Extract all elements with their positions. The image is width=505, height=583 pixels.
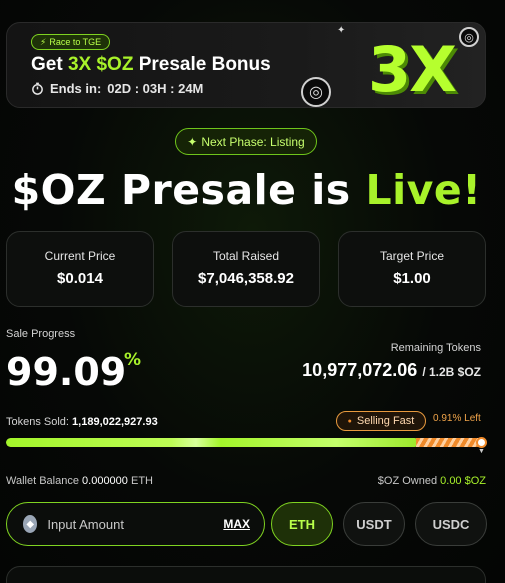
stat-label: Target Price <box>379 249 445 263</box>
selling-fast-badge: ● Selling Fast <box>336 411 426 431</box>
currency-eth-button[interactable]: ETH <box>271 502 333 546</box>
stat-label: Total Raised <box>212 249 280 263</box>
sparkle-icon: ✦ <box>187 134 198 149</box>
eth-icon: ◆ <box>23 515 38 533</box>
progress-number: 99.09 <box>6 350 127 394</box>
banner-title: Get 3X $OZ Presale Bonus <box>31 54 271 76</box>
oz-logo-small-icon: ◎ <box>459 27 479 47</box>
remaining-tokens-label: Remaining Tokens <box>390 342 481 354</box>
progress-bar-fill <box>6 438 419 447</box>
currency-usdt-button[interactable]: USDT <box>343 502 405 546</box>
oz-owned: $OZ Owned 0.00 $OZ <box>378 475 486 487</box>
wallet-balance: Wallet Balance 0.000000 ETH <box>6 475 153 487</box>
max-button[interactable]: MAX <box>223 517 250 531</box>
race-to-tge-pill: ⚡ Race to TGE <box>31 34 111 50</box>
banner-title-pre: Get <box>31 54 68 75</box>
stat-card-total-raised: Total Raised $7,046,358.92 <box>172 231 320 307</box>
percent-left: 0.91% Left <box>433 413 481 424</box>
banner-title-post: Presale Bonus <box>133 54 271 75</box>
caret-down-icon: ▼ <box>478 448 485 455</box>
oz-logo-icon: ◎ <box>301 77 331 107</box>
oz-owned-label: $OZ Owned <box>377 475 438 487</box>
remaining-amount: 10,977,072.06 <box>302 360 418 380</box>
next-phase-badge: ✦ Next Phase: Listing <box>175 128 317 155</box>
stat-label: Current Price <box>44 249 116 263</box>
bolt-icon: ⚡ <box>40 37 47 47</box>
title-main: $OZ Presale is <box>11 166 366 214</box>
amount-input[interactable] <box>47 516 224 532</box>
presale-bonus-banner[interactable]: ⚡ Race to TGE Get 3X $OZ Presale Bonus E… <box>6 22 486 108</box>
stat-card-current-price: Current Price $0.014 <box>6 231 154 307</box>
sale-progress-percent: 99.09 % <box>6 350 141 394</box>
total-supply: / 1.2B $OZ <box>422 365 481 379</box>
oz-owned-value: 0.00 $OZ <box>440 475 486 487</box>
dot-icon: ● <box>347 417 352 425</box>
sale-progress-bar <box>6 438 486 447</box>
progress-knob <box>476 437 487 448</box>
selling-fast-label: Selling Fast <box>356 415 415 427</box>
banner-3x-graphic: 3X <box>368 33 457 106</box>
wallet-balance-unit: ETH <box>130 475 153 487</box>
tokens-sold-label: Tokens Sold: <box>6 416 69 428</box>
title-live: Live! <box>365 166 482 214</box>
bottom-panel <box>6 566 486 583</box>
ends-in-label: Ends in: <box>50 81 102 96</box>
percent-sign: % <box>124 350 142 370</box>
stat-value: $0.014 <box>57 270 103 287</box>
sparkle-icon: ✦ <box>337 25 346 36</box>
wallet-balance-value: 0.000000 <box>82 475 128 487</box>
race-pill-label: Race to TGE <box>49 37 102 47</box>
wallet-balance-label: Wallet Balance <box>6 475 79 487</box>
stopwatch-icon <box>32 82 43 95</box>
remaining-tokens-value: 10,977,072.06 / 1.2B $OZ <box>302 360 481 381</box>
stat-value: $1.00 <box>393 270 431 287</box>
next-phase-label: Next Phase: Listing <box>201 134 305 149</box>
stat-card-target-price: Target Price $1.00 <box>338 231 486 307</box>
tokens-sold-value: 1,189,022,927.93 <box>72 416 158 428</box>
page-title: $OZ Presale is Live! <box>0 166 493 214</box>
countdown-value: 02D : 03H : 24M <box>107 81 204 96</box>
sale-progress-label: Sale Progress <box>6 328 76 340</box>
amount-input-container: ◆ MAX <box>6 502 265 546</box>
banner-title-highlight: 3X $OZ <box>67 54 134 75</box>
currency-usdc-button[interactable]: USDC <box>415 502 487 546</box>
countdown-timer: Ends in: 02D : 03H : 24M <box>31 81 203 96</box>
stat-value: $7,046,358.92 <box>198 270 294 287</box>
tokens-sold: Tokens Sold: 1,189,022,927.93 <box>6 416 158 428</box>
